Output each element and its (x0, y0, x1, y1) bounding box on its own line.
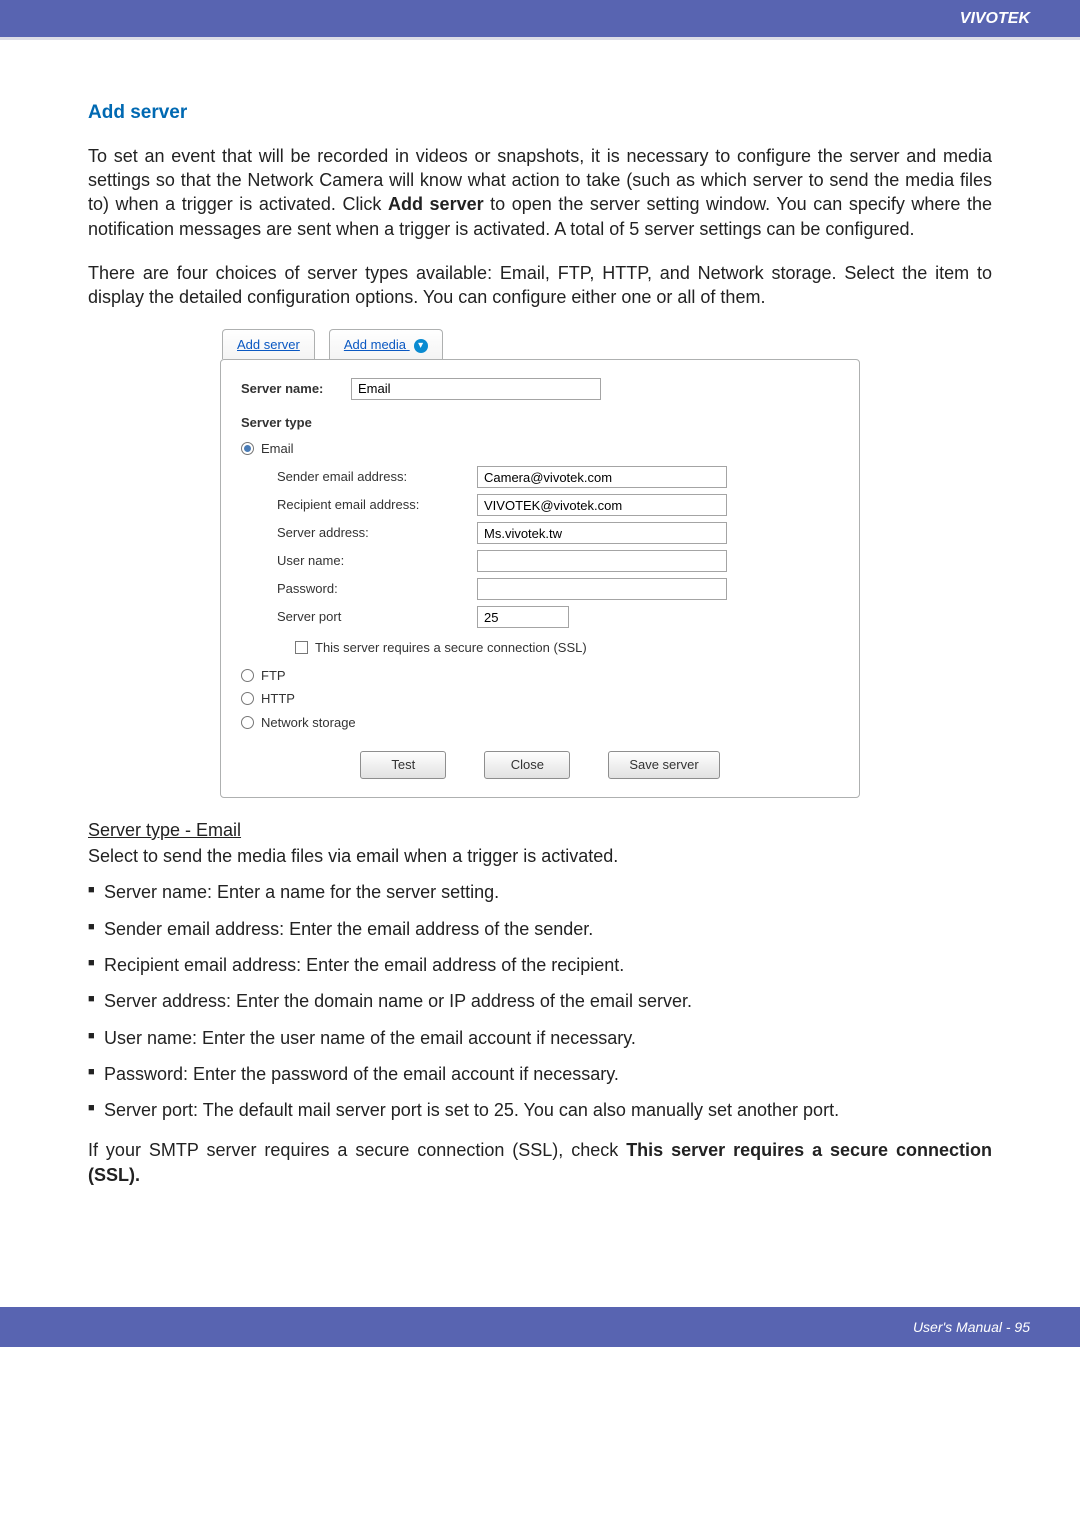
radio-http-row[interactable]: HTTP (241, 690, 839, 708)
footer-text: User's Manual - 95 (913, 1319, 1030, 1335)
radio-http[interactable] (241, 692, 254, 705)
sender-input[interactable] (477, 466, 727, 488)
server-type-subhead: Server type - Email (88, 818, 992, 842)
server-type-desc: Select to send the media files via email… (88, 844, 992, 868)
tab-add-media-label: Add media (344, 337, 406, 352)
bullet-list: Server name: Enter a name for the server… (88, 880, 992, 1122)
recipient-row: Recipient email address: (277, 491, 839, 519)
server-name-input[interactable] (351, 378, 601, 400)
sender-row: Sender email address: (277, 463, 839, 491)
ssl-row[interactable]: This server requires a secure connection… (295, 639, 839, 657)
email-fields: Sender email address: Recipient email ad… (241, 463, 839, 657)
radio-http-label: HTTP (261, 690, 295, 708)
close-button[interactable]: Close (484, 751, 570, 779)
footer-bar: User's Manual - 95 (0, 1307, 1080, 1347)
tabs-row: Add server Add media ▾ (222, 329, 860, 359)
closing-paragraph: If your SMTP server requires a secure co… (88, 1138, 992, 1187)
radio-ftp[interactable] (241, 669, 254, 682)
intro-1-bold: Add server (388, 194, 484, 214)
tab-add-media[interactable]: Add media ▾ (329, 329, 443, 359)
radio-ftp-label: FTP (261, 667, 286, 685)
tab-add-server[interactable]: Add server (222, 329, 315, 359)
chevron-down-icon: ▾ (414, 339, 428, 353)
brand-text: VIVOTEK (960, 10, 1030, 28)
pass-input[interactable] (477, 578, 727, 600)
intro-paragraph-1: To set an event that will be recorded in… (88, 144, 992, 241)
content: Add server To set an event that will be … (0, 40, 1080, 1247)
server-type-label: Server type (241, 414, 351, 432)
server-addr-input[interactable] (477, 522, 727, 544)
port-label: Server port (277, 604, 477, 630)
port-input[interactable] (477, 606, 569, 628)
user-label: User name: (277, 548, 477, 574)
list-item: Server address: Enter the domain name or… (88, 989, 992, 1013)
server-addr-label: Server address: (277, 520, 477, 546)
radio-network-row[interactable]: Network storage (241, 714, 839, 732)
user-input[interactable] (477, 550, 727, 572)
dialog-buttons: Test Close Save server (241, 751, 839, 779)
list-item: User name: Enter the user name of the em… (88, 1026, 992, 1050)
list-item: Recipient email address: Enter the email… (88, 953, 992, 977)
sender-label: Sender email address: (277, 464, 477, 490)
recipient-input[interactable] (477, 494, 727, 516)
list-item: Server name: Enter a name for the server… (88, 880, 992, 904)
list-item: Password: Enter the password of the emai… (88, 1062, 992, 1086)
server-name-label: Server name: (241, 380, 351, 398)
radio-network-label: Network storage (261, 714, 356, 732)
radio-ftp-row[interactable]: FTP (241, 667, 839, 685)
ssl-label: This server requires a secure connection… (315, 639, 587, 657)
radio-email[interactable] (241, 442, 254, 455)
section-heading: Add server (88, 100, 992, 126)
radio-email-row[interactable]: Email (241, 440, 839, 458)
closing-pre: If your SMTP server requires a secure co… (88, 1140, 626, 1160)
header-bar: VIVOTEK (0, 0, 1080, 40)
radio-network[interactable] (241, 716, 254, 729)
list-item: Sender email address: Enter the email ad… (88, 917, 992, 941)
save-server-button[interactable]: Save server (608, 751, 719, 779)
radio-email-label: Email (261, 440, 294, 458)
intro-paragraph-2: There are four choices of server types a… (88, 261, 992, 310)
test-button[interactable]: Test (360, 751, 446, 779)
user-row: User name: (277, 547, 839, 575)
server-type-row: Server type (241, 414, 839, 432)
dialog: Add server Add media ▾ Server name: Serv… (220, 329, 860, 797)
list-item: Server port: The default mail server por… (88, 1098, 992, 1122)
recipient-label: Recipient email address: (277, 492, 477, 518)
port-row: Server port (277, 603, 839, 631)
server-addr-row: Server address: (277, 519, 839, 547)
server-name-row: Server name: (241, 378, 839, 400)
pass-label: Password: (277, 576, 477, 602)
dialog-box: Server name: Server type Email Sender em… (220, 359, 860, 798)
ssl-checkbox[interactable] (295, 641, 308, 654)
pass-row: Password: (277, 575, 839, 603)
